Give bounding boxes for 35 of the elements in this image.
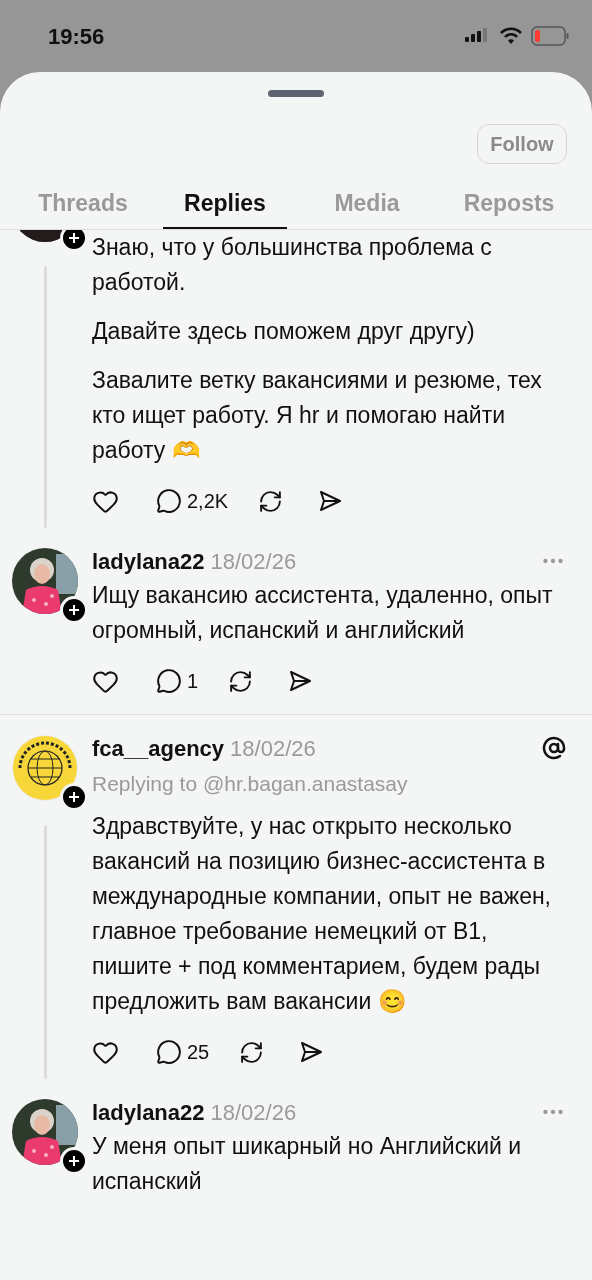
profile-tab[interactable]: Reposts xyxy=(447,179,571,229)
post-text: Завалите ветку вакансиями и резюме, тех кто ищет работу. Я hr и помогаю найти работу 🫶 xyxy=(92,366,543,465)
follow-button[interactable]: Follow xyxy=(477,124,567,164)
reply-icon[interactable] xyxy=(156,668,182,694)
at-sign-icon[interactable] xyxy=(542,736,566,760)
reply-count: 2,2K xyxy=(187,489,229,514)
post-date: 18/02/26 xyxy=(230,734,316,763)
send-icon[interactable] xyxy=(287,668,314,694)
reply-count: 1 xyxy=(187,669,199,694)
drag-handle[interactable] xyxy=(268,90,324,97)
post-text: У меня опыт шикарный но Английский и испанский xyxy=(92,1132,523,1196)
post-text: Здравствуйте, у нас открыто несколько вакансий на позицию бизнес-ассистента в международные компании, опыт не важен, главное требование немецкий от B1, пишите + под комментарием, будем рады предложить вам вакансии 😊 xyxy=(92,812,552,1016)
username[interactable]: fca__agency xyxy=(92,731,225,765)
profile-tab[interactable]: Threads xyxy=(21,179,145,229)
username[interactable]: ladylana22 xyxy=(92,1095,205,1129)
reply-icon[interactable] xyxy=(156,488,182,514)
reply-count: 25 xyxy=(187,1040,210,1065)
send-icon[interactable] xyxy=(317,488,344,514)
wifi-icon xyxy=(499,27,523,45)
post-text: Ищу вакансию ассистента, удаленно, опыт огромный, испанский и английский xyxy=(92,581,554,645)
profile-tab[interactable]: Media xyxy=(305,179,429,229)
profile-tab[interactable]: Replies xyxy=(163,179,287,229)
reply-icon[interactable] xyxy=(156,1039,182,1065)
replying-to-text[interactable]: Replying to @hr.bagan.anastasay xyxy=(92,767,566,801)
repost-icon[interactable] xyxy=(239,1039,265,1065)
post-date: 18/02/26 xyxy=(210,547,297,576)
post-text: Знаю, что у большинства проблема с работой. xyxy=(92,233,493,297)
username[interactable]: ladylana22 xyxy=(92,544,205,578)
repost-icon[interactable] xyxy=(258,488,284,514)
post-date: 18/02/26 xyxy=(210,1098,297,1127)
battery-icon xyxy=(531,26,569,46)
post-text: Давайте здесь поможем друг другу) xyxy=(92,317,476,346)
repost-icon[interactable] xyxy=(228,668,254,694)
status-time: 19:56 xyxy=(48,22,105,51)
send-icon[interactable] xyxy=(298,1039,325,1065)
